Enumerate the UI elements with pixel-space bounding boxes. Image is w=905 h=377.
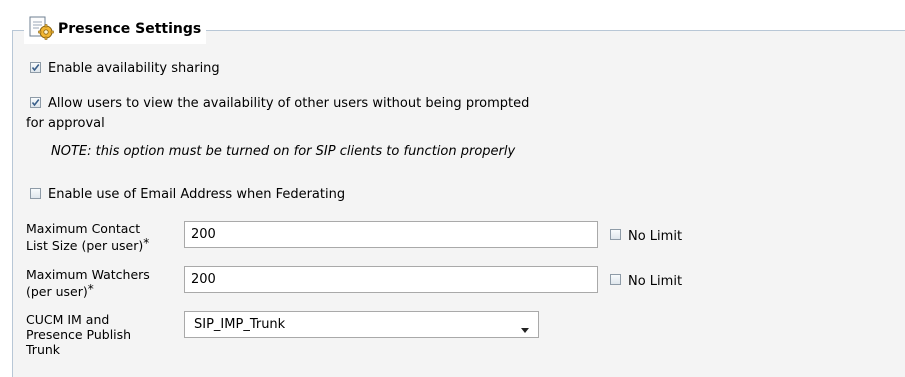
enable-availability-sharing-checkbox[interactable]: [30, 62, 41, 73]
publish-trunk-label-line3: Trunk: [26, 342, 61, 357]
max-watchers-input[interactable]: [184, 266, 598, 293]
publish-trunk-label-line2: Presence Publish: [26, 327, 132, 342]
sip-clients-note: NOTE: this option must be turned on for …: [51, 144, 516, 159]
max-contact-no-limit-checkbox[interactable]: [610, 229, 621, 240]
enable-availability-sharing-label: Enable availability sharing: [48, 61, 220, 76]
required-marker: *: [143, 236, 150, 250]
max-contact-list-input[interactable]: [184, 221, 598, 248]
required-marker: *: [87, 282, 94, 296]
max-watchers-no-limit-label: No Limit: [628, 274, 683, 289]
section-legend: Presence Settings: [24, 14, 207, 44]
max-watchers-label-line2: (per user): [26, 284, 88, 299]
section-title: Presence Settings: [58, 21, 202, 37]
publish-trunk-select[interactable]: SIP_IMP_Trunk: [184, 311, 539, 338]
max-watchers-no-limit-checkbox[interactable]: [610, 274, 621, 285]
max-watchers-label-line1: Maximum Watchers: [26, 267, 150, 282]
email-federation-label: Enable use of Email Address when Federat…: [48, 187, 346, 202]
max-contact-list-label-line2: List Size (per user): [26, 238, 144, 253]
chevron-down-icon[interactable]: [521, 322, 529, 337]
publish-trunk-label-line1: CUCM IM and: [26, 312, 110, 327]
allow-view-without-prompt-checkbox[interactable]: [30, 97, 41, 108]
max-contact-list-label: Maximum Contact List Size (per user)*: [26, 221, 149, 253]
max-contact-no-limit-label: No Limit: [628, 229, 683, 244]
allow-view-without-prompt-label-line1: Allow users to view the availability of …: [48, 96, 530, 111]
email-federation-checkbox[interactable]: [30, 188, 41, 199]
publish-trunk-label: CUCM IM and Presence Publish Trunk: [26, 312, 131, 357]
settings-gear-icon: [28, 14, 54, 44]
allow-view-without-prompt-label-line2: for approval: [26, 116, 105, 131]
max-watchers-label: Maximum Watchers (per user)*: [26, 267, 150, 299]
max-contact-list-label-line1: Maximum Contact: [26, 221, 141, 236]
publish-trunk-selected-value: SIP_IMP_Trunk: [194, 317, 286, 332]
